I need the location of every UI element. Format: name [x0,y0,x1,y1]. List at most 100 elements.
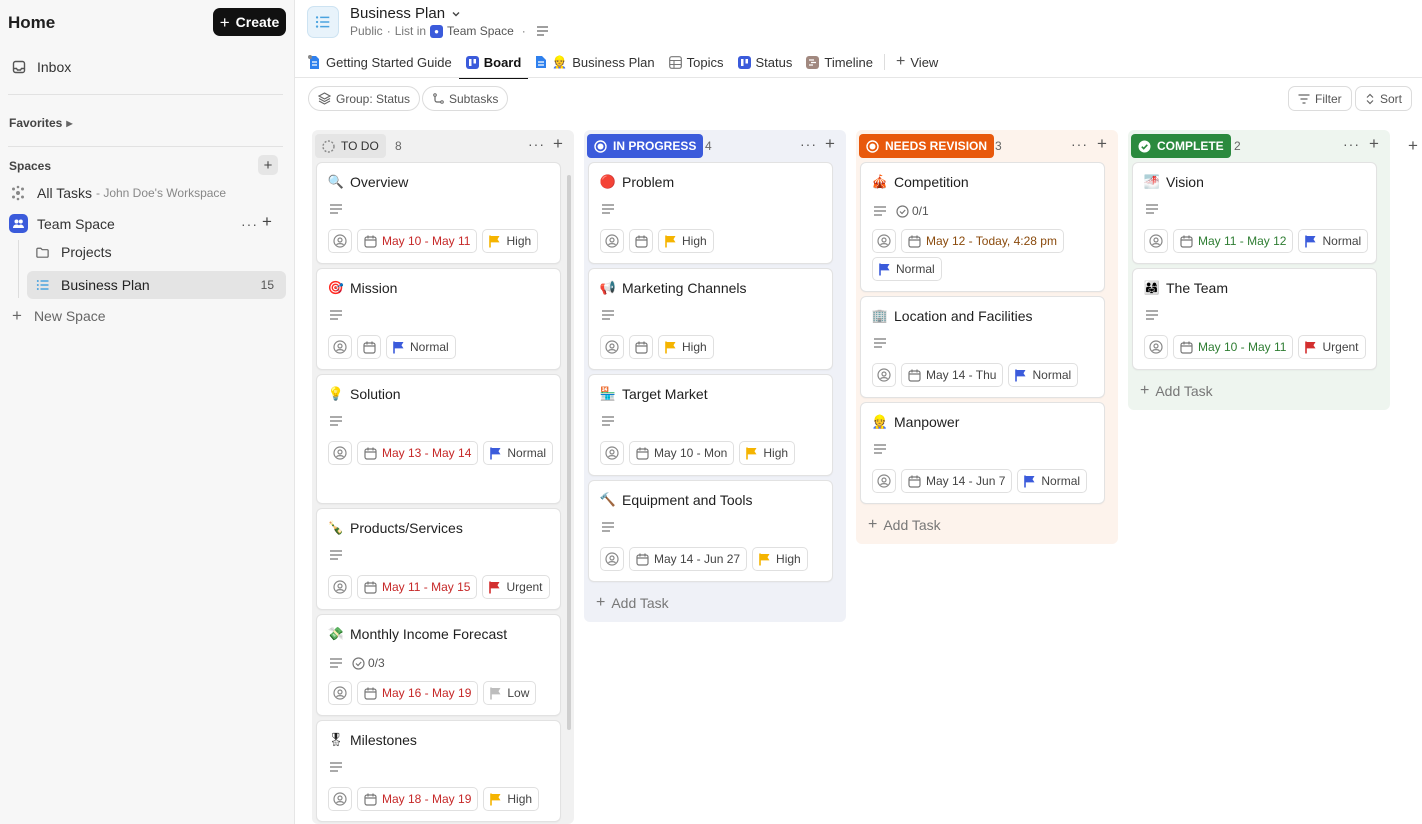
tab-business-plan[interactable]: 👷 Business Plan [528,46,661,78]
task-card[interactable]: 👨‍👩‍👧 The Team May 10 - May 11 Urgent [1132,268,1377,370]
more-icon[interactable]: ··· [528,136,545,152]
assignee-icon[interactable] [600,547,624,571]
tab-status[interactable]: Status [731,46,800,78]
add-icon[interactable]: + [1369,134,1379,154]
priority-chip[interactable]: High [658,335,714,359]
breadcrumb-space[interactable]: Team Space [447,24,514,38]
more-icon[interactable]: ··· [1343,136,1360,152]
assignee-icon[interactable] [328,441,352,465]
assignee-icon[interactable] [1144,335,1168,359]
date-chip[interactable]: May 18 - May 19 [357,787,479,811]
priority-chip[interactable]: High [658,229,714,253]
add-icon[interactable]: + [553,134,563,154]
column-scrollbar[interactable] [567,175,571,730]
sidebar-item-inbox[interactable]: Inbox [11,59,71,75]
priority-chip[interactable]: Normal [1017,469,1088,493]
date-chip[interactable]: May 12 - Today, 4:28 pm [901,229,1064,253]
tab-board[interactable]: Board [458,46,529,79]
add-group-icon[interactable]: + [1408,136,1418,156]
add-task-button[interactable]: + Add Task [868,516,941,534]
date-chip[interactable]: May 14 - Thu [901,363,1004,387]
priority-chip[interactable]: High [483,787,540,811]
sidebar-item-business-plan[interactable]: Business Plan 15 [27,271,286,299]
sidebar-item-new-space[interactable]: + New Space [12,306,106,326]
task-card[interactable]: 🔴 Problem High [588,162,833,264]
subtasks-button[interactable]: Subtasks [422,86,509,111]
priority-chip[interactable]: Normal [386,335,456,359]
priority-chip[interactable]: High [752,547,808,571]
sort-button[interactable]: Sort [1355,86,1413,111]
date-chip[interactable]: May 11 - May 12 [1173,229,1294,253]
add-task-button[interactable]: + Add Task [596,594,669,612]
page-title[interactable]: Business Plan [350,5,461,22]
status-badge[interactable]: NEEDS REVISION [859,134,995,158]
priority-chip[interactable]: High [482,229,539,253]
task-card[interactable]: 🏪 Target Market May 10 - Mon High [588,374,833,476]
more-icon[interactable]: ··· [1071,136,1088,152]
filter-button[interactable]: Filter [1288,86,1352,111]
assignee-icon[interactable] [872,469,896,493]
add-view-button[interactable]: + View [889,46,945,78]
task-card[interactable]: 👷 Manpower May 14 - Jun 7 Normal [860,402,1105,504]
status-badge[interactable]: TO DO [315,134,386,158]
task-card[interactable]: 🎪 Competition 0/1 May 12 - Today, 4:28 pm… [860,162,1105,292]
assignee-icon[interactable] [328,229,352,253]
add-icon[interactable]: + [1097,134,1107,154]
assignee-icon[interactable] [872,363,896,387]
date-chip[interactable]: May 16 - May 19 [357,681,479,705]
priority-chip[interactable]: Urgent [482,575,550,599]
assignee-icon[interactable] [1144,229,1168,253]
task-card[interactable]: 💸 Monthly Income Forecast 0/3 May 16 - Ma… [316,614,561,716]
sidebar-item-projects[interactable]: Projects [35,244,112,260]
assignee-icon[interactable] [328,575,352,599]
add-space-button[interactable]: + [258,155,278,175]
calendar-icon[interactable] [629,335,653,359]
calendar-icon[interactable] [629,229,653,253]
group-by-button[interactable]: Group: Status [308,86,421,111]
sidebar-item-team-space[interactable]: Team Space [9,214,115,233]
status-badge[interactable]: IN PROGRESS [587,134,704,158]
task-card[interactable]: 🎖 Milestones May 18 - May 19 High [316,720,561,822]
task-card[interactable]: 🍾 Products/Services May 11 - May 15 Urgen… [316,508,561,610]
tab-timeline[interactable]: Timeline [799,46,880,78]
task-card[interactable]: 🔍 Overview May 10 - May 11 High [316,162,561,264]
task-card[interactable]: 🔨 Equipment and Tools May 14 - Jun 27 Hig… [588,480,833,582]
priority-chip[interactable]: Normal [872,257,942,281]
more-icon[interactable]: ··· [800,136,817,152]
create-button[interactable]: + Create [213,8,286,36]
assignee-icon[interactable] [600,441,624,465]
home-title[interactable]: Home [8,13,55,33]
task-card[interactable]: 💡 Solution May 13 - May 14 Normal [316,374,561,504]
task-card[interactable]: 📢 Marketing Channels High [588,268,833,370]
description-icon[interactable] [536,25,549,37]
priority-chip[interactable]: Normal [483,441,554,465]
date-chip[interactable]: May 10 - May 11 [1173,335,1294,359]
priority-chip[interactable]: High [739,441,796,465]
status-badge[interactable]: COMPLETE [1131,134,1231,158]
priority-chip[interactable]: Low [483,681,537,705]
date-chip[interactable]: May 14 - Jun 27 [629,547,748,571]
assignee-icon[interactable] [328,787,352,811]
assignee-icon[interactable] [328,681,352,705]
priority-chip[interactable]: Normal [1298,229,1369,253]
assignee-icon[interactable] [328,335,352,359]
add-icon[interactable]: + [825,134,835,154]
task-card[interactable]: 🏢 Location and Facilities May 14 - Thu No… [860,296,1105,398]
assignee-icon[interactable] [872,229,896,253]
favorites-header[interactable]: Favorites ▶ [9,116,73,130]
tab-getting-started[interactable]: Getting Started Guide [300,46,459,78]
list-icon-large[interactable] [307,6,339,38]
calendar-icon[interactable] [357,335,381,359]
sidebar-item-all-tasks[interactable]: All Tasks - John Doe's Workspace [10,185,226,201]
task-card[interactable]: 🌁 Vision May 11 - May 12 Normal [1132,162,1377,264]
date-chip[interactable]: May 13 - May 14 [357,441,479,465]
date-chip[interactable]: May 10 - Mon [629,441,735,465]
task-card[interactable]: 🎯 Mission Normal [316,268,561,370]
assignee-icon[interactable] [600,229,624,253]
team-space-more-icon[interactable]: ··· [241,216,258,232]
assignee-icon[interactable] [600,335,624,359]
team-space-add-icon[interactable]: + [262,212,272,232]
date-chip[interactable]: May 14 - Jun 7 [901,469,1013,493]
date-chip[interactable]: May 11 - May 15 [357,575,478,599]
tab-topics[interactable]: Topics [662,46,731,78]
